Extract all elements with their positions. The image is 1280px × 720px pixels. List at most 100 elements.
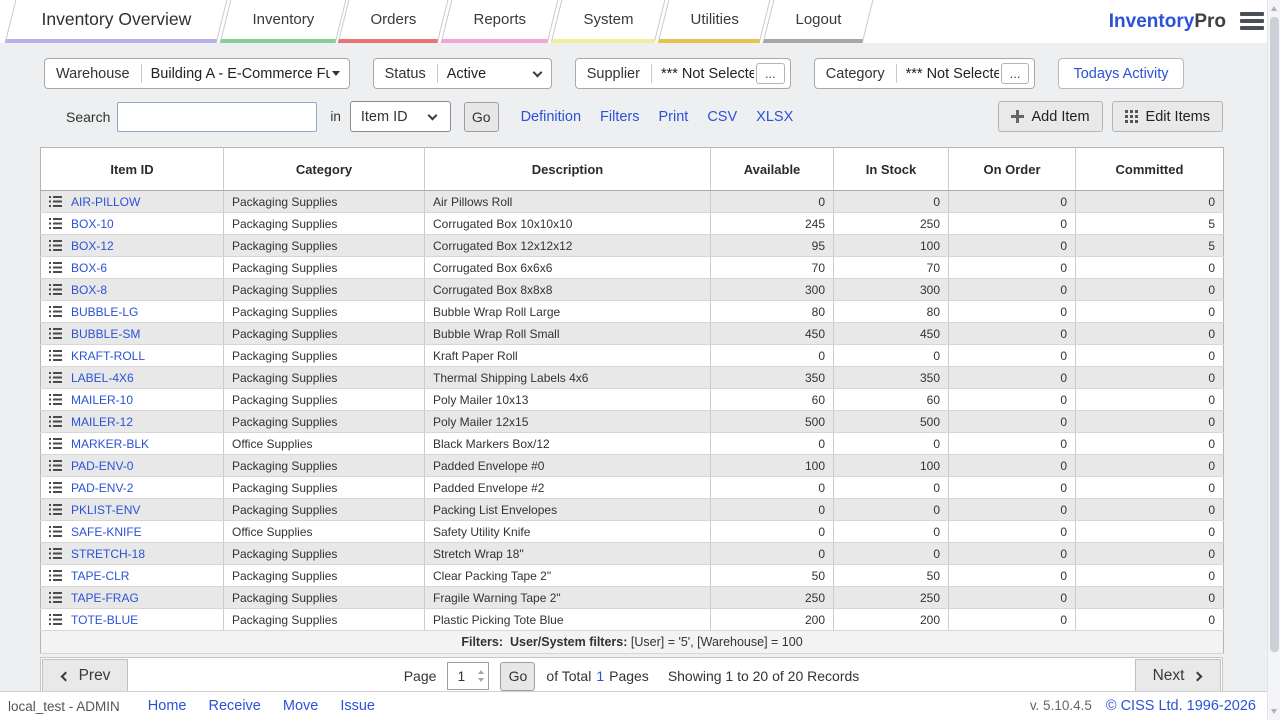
next-page-button[interactable]: Next (1135, 659, 1221, 693)
search-go-button[interactable]: Go (464, 102, 499, 132)
row-list-icon[interactable] (49, 372, 62, 383)
link-xlsx[interactable]: XLSX (756, 109, 793, 125)
in-stock-cell[interactable]: 80 (834, 301, 949, 323)
copyright-link[interactable]: © CISS Ltd. 1996-2026 (1106, 698, 1256, 714)
row-list-icon[interactable] (49, 548, 62, 559)
item-id-link[interactable]: BOX-8 (71, 283, 107, 297)
status-select[interactable]: Status Active (373, 58, 552, 89)
item-id-link[interactable]: TAPE-CLR (71, 569, 129, 583)
tab-system[interactable]: System (550, 0, 665, 43)
prev-page-button[interactable]: Prev (42, 659, 128, 693)
scrollbar-thumb[interactable] (1270, 17, 1279, 652)
in-stock-cell[interactable]: 250 (834, 587, 949, 609)
search-field-select[interactable]: Item ID (350, 101, 451, 132)
scroll-down-icon[interactable] (1271, 709, 1277, 714)
item-id-link[interactable]: MAILER-10 (71, 393, 133, 407)
edit-items-button[interactable]: Edit Items (1112, 101, 1223, 132)
footer-link-issue[interactable]: Issue (340, 698, 375, 714)
footer-link-receive[interactable]: Receive (208, 698, 260, 714)
in-stock-cell[interactable]: 70 (834, 257, 949, 279)
in-stock-cell[interactable]: 500 (834, 411, 949, 433)
item-id-link[interactable]: LABEL-4X6 (71, 371, 134, 385)
item-id-link[interactable]: BUBBLE-LG (71, 305, 138, 319)
row-list-icon[interactable] (49, 350, 62, 361)
in-stock-cell[interactable]: 100 (834, 455, 949, 477)
in-stock-cell[interactable]: 300 (834, 279, 949, 301)
link-definition[interactable]: Definition (521, 109, 581, 125)
row-list-icon[interactable] (49, 240, 62, 251)
row-list-icon[interactable] (49, 614, 62, 625)
spinner-up-icon[interactable] (478, 670, 484, 674)
row-list-icon[interactable] (49, 460, 62, 471)
row-list-icon[interactable] (49, 328, 62, 339)
item-id-link[interactable]: PKLIST-ENV (71, 503, 140, 517)
row-list-icon[interactable] (49, 416, 62, 427)
row-list-icon[interactable] (49, 306, 62, 317)
row-list-icon[interactable] (49, 394, 62, 405)
link-print[interactable]: Print (659, 109, 689, 125)
page-go-button[interactable]: Go (500, 662, 535, 691)
row-list-icon[interactable] (49, 262, 62, 273)
tab-reports[interactable]: Reports (441, 0, 558, 43)
committed-cell[interactable]: 5 (1076, 235, 1224, 257)
available-cell: 70 (711, 257, 834, 279)
vertical-scrollbar[interactable] (1267, 0, 1280, 720)
link-csv[interactable]: CSV (707, 109, 737, 125)
item-id-link[interactable]: STRETCH-18 (71, 547, 145, 561)
item-id-link[interactable]: KRAFT-ROLL (71, 349, 145, 363)
tab-label: Logout (796, 11, 842, 28)
page-spinner[interactable] (474, 663, 487, 689)
row-list-icon[interactable] (49, 592, 62, 603)
item-id-link[interactable]: MAILER-12 (71, 415, 133, 429)
row-list-icon[interactable] (49, 526, 62, 537)
in-stock-cell[interactable]: 60 (834, 389, 949, 411)
row-list-icon[interactable] (49, 196, 62, 207)
footer-link-home[interactable]: Home (148, 698, 187, 714)
row-list-icon[interactable] (49, 438, 62, 449)
item-id-link[interactable]: BOX-10 (71, 217, 114, 231)
in-stock-cell[interactable]: 200 (834, 609, 949, 631)
item-id-link[interactable]: MARKER-BLK (71, 437, 149, 451)
item-id-link[interactable]: BOX-6 (71, 261, 107, 275)
category-filter[interactable]: Category *** Not Selected ... (814, 58, 1036, 89)
item-id-link[interactable]: TOTE-BLUE (71, 613, 138, 627)
committed-cell[interactable]: 5 (1076, 213, 1224, 235)
tab-orders[interactable]: Orders (338, 0, 449, 43)
row-list-icon[interactable] (49, 284, 62, 295)
row-list-icon[interactable] (49, 570, 62, 581)
item-id-link[interactable]: SAFE-KNIFE (71, 525, 142, 539)
supplier-more-button[interactable]: ... (756, 63, 785, 84)
item-id-link[interactable]: BUBBLE-SM (71, 327, 140, 341)
todays-activity-button[interactable]: Todays Activity (1058, 58, 1183, 89)
add-item-button[interactable]: Add Item (998, 101, 1103, 132)
row-list-icon[interactable] (49, 482, 62, 493)
in-stock-cell[interactable]: 250 (834, 213, 949, 235)
warehouse-select[interactable]: Warehouse Building A - E-Commerce Fulfil… (44, 58, 350, 89)
item-id-link[interactable]: BOX-12 (71, 239, 114, 253)
footer-link-move[interactable]: Move (283, 698, 318, 714)
row-list-icon[interactable] (49, 218, 62, 229)
tab-inventory-overview[interactable]: Inventory Overview (5, 0, 228, 43)
tab-logout[interactable]: Logout (763, 0, 874, 43)
page-number-input[interactable] (447, 662, 489, 690)
item-id-link[interactable]: PAD-ENV-2 (71, 481, 133, 495)
page-number-field[interactable] (448, 663, 474, 689)
hamburger-menu-icon[interactable] (1240, 12, 1264, 30)
in-stock-cell[interactable]: 100 (834, 235, 949, 257)
tab-utilities[interactable]: Utilities (658, 0, 771, 43)
item-id-link[interactable]: AIR-PILLOW (71, 195, 140, 209)
on-order-cell: 0 (949, 455, 1076, 477)
spinner-down-icon[interactable] (478, 678, 484, 682)
tab-inventory[interactable]: Inventory (219, 0, 345, 43)
category-more-button[interactable]: ... (1001, 63, 1030, 84)
in-stock-cell[interactable]: 50 (834, 565, 949, 587)
scroll-up-icon[interactable] (1271, 6, 1277, 11)
search-input[interactable] (117, 102, 317, 132)
in-stock-cell[interactable]: 350 (834, 367, 949, 389)
supplier-filter[interactable]: Supplier *** Not Selected ... (575, 58, 791, 89)
row-list-icon[interactable] (49, 504, 62, 515)
item-id-link[interactable]: PAD-ENV-0 (71, 459, 133, 473)
in-stock-cell[interactable]: 450 (834, 323, 949, 345)
item-id-link[interactable]: TAPE-FRAG (71, 591, 139, 605)
link-filters[interactable]: Filters (600, 109, 639, 125)
